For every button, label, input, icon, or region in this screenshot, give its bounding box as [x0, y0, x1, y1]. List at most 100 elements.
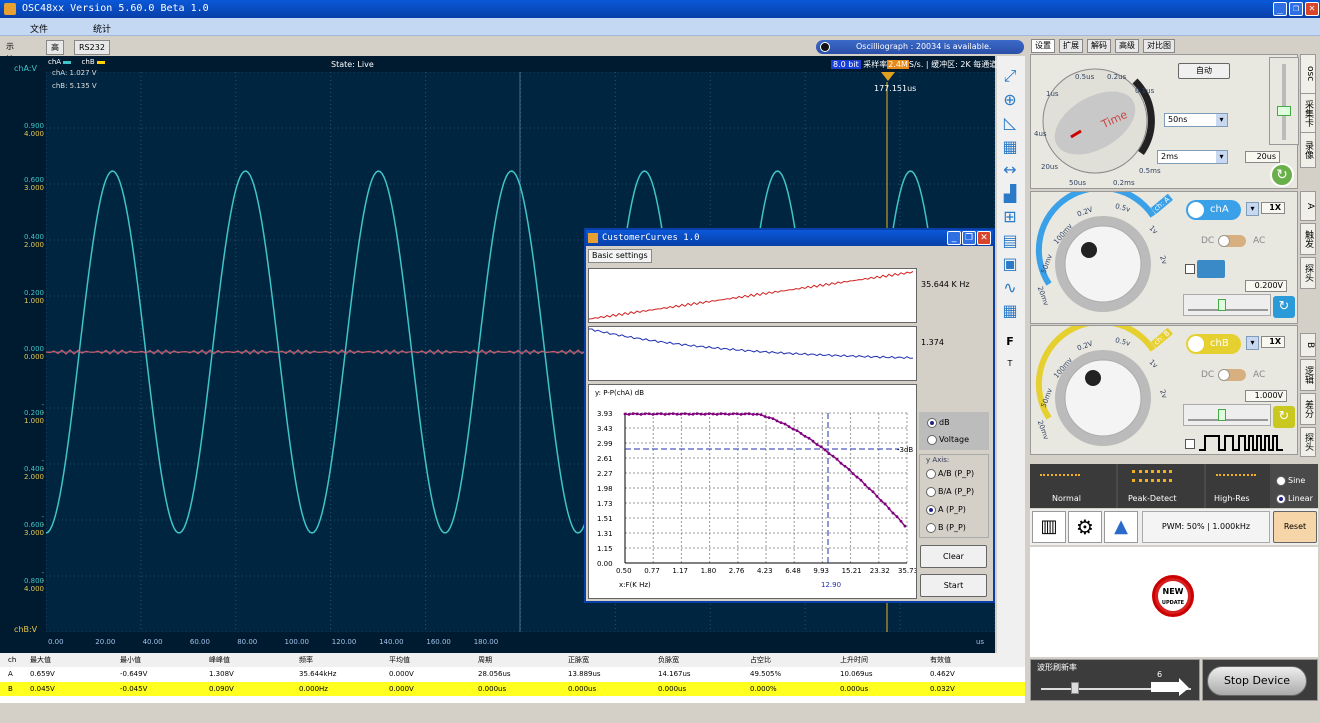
tool-letter-f[interactable]: F [999, 332, 1021, 352]
timebase-slider-thumb[interactable] [1277, 106, 1291, 116]
side-tab-logic[interactable]: 逻辑 [1300, 359, 1316, 391]
y-tick-a: 0.900 [23, 122, 44, 130]
cc-tab-basic[interactable]: Basic settings [588, 249, 652, 263]
cc-radio-b-over-a[interactable]: B/A (P_P) [926, 487, 974, 497]
legend-chb[interactable]: chB [82, 58, 95, 66]
cc-radio-a[interactable]: A (P_P) [926, 505, 966, 515]
chb-slider-thumb[interactable] [1218, 409, 1226, 421]
timebase-select-1[interactable]: 50ns [1164, 113, 1228, 127]
mode-peak-label: Peak-Detect [1128, 494, 1177, 503]
timebase-select-2[interactable]: 2ms [1157, 150, 1228, 164]
auto-button[interactable]: 自动 [1178, 63, 1230, 79]
radio-linear[interactable]: Linear [1276, 494, 1313, 504]
gear-icon[interactable]: ⚙ [1068, 511, 1102, 543]
mode-highres[interactable]: High-Res [1206, 464, 1270, 508]
cha-offset-slider[interactable] [1183, 294, 1271, 316]
chb-offset-slider[interactable] [1183, 404, 1271, 426]
zoom-fit-icon[interactable]: ⤢ [999, 66, 1021, 86]
device-notice[interactable]: Oscilliograph : 20034 is available. [816, 40, 1024, 54]
spectrum-view-icon[interactable]: ▲ [1104, 511, 1138, 543]
histogram-icon[interactable]: ▥ [1032, 511, 1066, 543]
menu-stats[interactable]: 统计 [93, 22, 111, 35]
cha-probe-select[interactable] [1246, 202, 1259, 216]
cc-minimize-button[interactable]: _ [947, 231, 961, 245]
table-icon[interactable]: ▦ [999, 301, 1021, 321]
legend-cha[interactable]: chA [48, 58, 61, 66]
mode-normal[interactable]: Normal [1030, 464, 1116, 508]
chb-reset-icon[interactable]: ↻ [1273, 406, 1295, 428]
tab-advanced-right[interactable]: 高级 [1115, 39, 1139, 53]
refresh-slider-thumb[interactable] [1071, 682, 1079, 694]
side-tab-trigger[interactable]: 触发 [1300, 223, 1316, 255]
cc-radio-b[interactable]: B (P_P) [926, 523, 966, 533]
stop-device-button[interactable]: Stop Device [1207, 666, 1307, 696]
cursor-marker[interactable] [881, 72, 895, 82]
menu-file[interactable]: 文件 [30, 22, 48, 35]
minimize-button[interactable]: _ [1273, 2, 1287, 16]
cc-data-point [899, 519, 903, 523]
cc-close-button[interactable]: ✕ [977, 231, 991, 245]
radio-sine[interactable]: Sine [1276, 476, 1305, 486]
cc-clear-button[interactable]: Clear [920, 545, 987, 568]
grid-icon[interactable]: ▦ [999, 137, 1021, 157]
tab-rs232[interactable]: RS232 [74, 40, 110, 55]
cc-data-point [639, 412, 643, 416]
tb-tick-02ms: 0.2ms [1113, 179, 1135, 187]
side-tab-a[interactable]: A [1300, 191, 1316, 221]
timebase-reset-icon[interactable]: ↻ [1270, 163, 1294, 187]
side-tab-b[interactable]: B [1300, 333, 1316, 357]
table-cell: 0.090V [209, 685, 234, 693]
side-tab-probe-b[interactable]: 探头 [1300, 427, 1316, 457]
cha-coupling-toggle[interactable] [1218, 235, 1246, 247]
cc-maximize-button[interactable]: ❐ [962, 231, 976, 245]
cc-radio-db[interactable]: dB [927, 418, 950, 428]
badge-line1: NEW [1162, 587, 1184, 596]
mode-peak[interactable]: Peak-Detect [1118, 464, 1204, 508]
spectrum-icon[interactable]: ▟ [999, 184, 1021, 204]
cha-slider-thumb[interactable] [1218, 299, 1226, 311]
side-tab-capture[interactable]: 采集卡 [1300, 93, 1316, 133]
cc-data-point [847, 468, 851, 471]
cc-radio-voltage[interactable]: Voltage [927, 435, 969, 445]
maximize-button[interactable]: ❐ [1289, 2, 1303, 16]
save-icon[interactable]: ▤ [999, 231, 1021, 251]
tab-oscilloscope[interactable]: 示波器 [2, 40, 18, 77]
timebase-slider[interactable] [1269, 57, 1299, 145]
pwm-readout[interactable]: PWM: 50% | 1.000kHz [1142, 511, 1270, 543]
tab-settings[interactable]: 设置 [1031, 39, 1055, 53]
tab-extend[interactable]: 扩展 [1059, 39, 1083, 53]
cc-y-tick: 3.43 [597, 425, 613, 433]
side-tab-diff[interactable]: 差分 [1300, 393, 1316, 425]
close-button[interactable]: ✕ [1305, 2, 1319, 16]
cc-radio-a-over-b[interactable]: A/B (P_P) [926, 469, 974, 479]
ruler-icon[interactable]: ◺ [999, 113, 1021, 133]
side-tab-osc[interactable]: osc [1300, 54, 1316, 94]
cc-data-point [671, 412, 675, 416]
chb-checkbox[interactable] [1185, 439, 1195, 449]
cc-start-button[interactable]: Start [920, 574, 987, 597]
measure-horizontal-icon[interactable]: ↔ [999, 160, 1021, 180]
cha-axis-label: chA:V [14, 64, 37, 73]
image-icon[interactable]: ▣ [999, 254, 1021, 274]
tab-decode[interactable]: 解码 [1087, 39, 1111, 53]
tool-letter-t[interactable]: T [999, 354, 1021, 374]
chb-toggle-button[interactable]: chB [1186, 334, 1241, 354]
cha-checkbox[interactable] [1185, 264, 1195, 274]
reset-button[interactable]: Reset [1273, 511, 1317, 543]
cha-reset-icon[interactable]: ↻ [1273, 296, 1295, 318]
zoom-in-icon[interactable]: ⊕ [999, 90, 1021, 110]
new-update-badge[interactable]: NEW UPDATE [1152, 575, 1194, 617]
chb-coupling-toggle[interactable] [1218, 369, 1246, 381]
side-tab-probe-a[interactable]: 探头 [1300, 257, 1316, 289]
chb-probe-select[interactable] [1246, 336, 1259, 350]
y-tick-b: - 2.000 [23, 465, 44, 481]
side-tab-record[interactable]: 录像 [1300, 132, 1316, 168]
cha-toggle-button[interactable]: chA [1186, 200, 1241, 220]
wave-icon[interactable]: ∿ [999, 278, 1021, 298]
tab-advanced[interactable]: 高级 [46, 40, 64, 65]
cc-data-point [895, 515, 899, 519]
cc-data-point [831, 454, 835, 458]
cc-data-point [643, 412, 647, 416]
calculator-icon[interactable]: ⊞ [999, 207, 1021, 227]
tab-compare[interactable]: 对比图 [1143, 39, 1175, 53]
